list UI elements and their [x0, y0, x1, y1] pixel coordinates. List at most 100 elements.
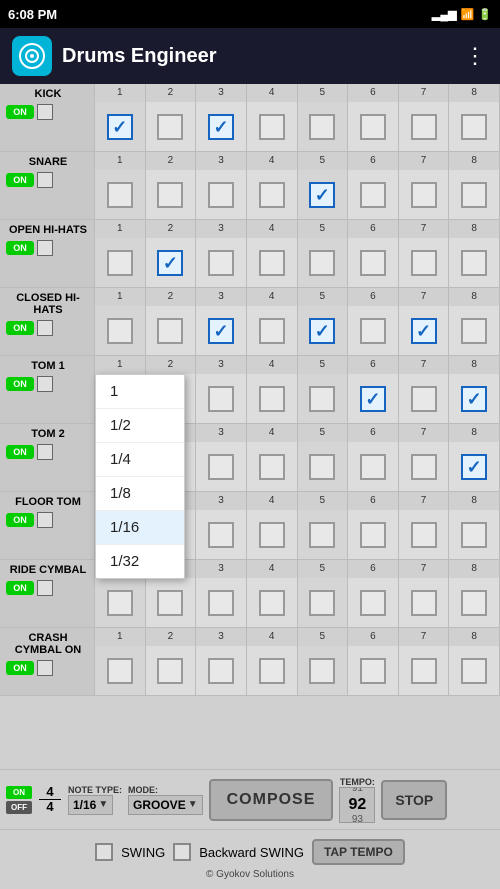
menu-button[interactable]: ⋮	[464, 43, 488, 69]
row-on-button-4[interactable]: ON	[6, 377, 34, 391]
row-checkbox-4[interactable]	[37, 376, 53, 392]
cell-check-7-2[interactable]	[208, 590, 234, 616]
cell-check-1-5[interactable]	[360, 182, 386, 208]
on-button[interactable]: ON	[6, 786, 32, 799]
note-type-dropdown[interactable]: 11/21/41/81/161/32	[95, 374, 185, 579]
cell-check-5-7[interactable]: ✓	[461, 454, 487, 480]
swing-checkbox[interactable]	[95, 843, 113, 861]
cell-check-8-7[interactable]	[461, 658, 487, 684]
compose-button[interactable]: COMPOSE	[209, 779, 334, 821]
cell-check-0-5[interactable]	[360, 114, 386, 140]
tempo-scroll[interactable]: 91 92 93	[339, 787, 375, 823]
cell-check-0-1[interactable]	[157, 114, 183, 140]
cell-check-5-5[interactable]	[360, 454, 386, 480]
cell-check-4-5[interactable]: ✓	[360, 386, 386, 412]
cell-check-2-5[interactable]	[360, 250, 386, 276]
mode-value-row[interactable]: GROOVE ▼	[128, 795, 203, 815]
row-checkbox-7[interactable]	[37, 580, 53, 596]
cell-check-7-0[interactable]	[107, 590, 133, 616]
dropdown-item-1-2[interactable]: 1/2	[96, 409, 184, 443]
cell-check-0-0[interactable]: ✓	[107, 114, 133, 140]
cell-check-6-5[interactable]	[360, 522, 386, 548]
cell-check-1-1[interactable]	[157, 182, 183, 208]
note-type-value-row[interactable]: 1/16 ▼	[68, 795, 113, 815]
row-checkbox-6[interactable]	[37, 512, 53, 528]
cell-check-2-3[interactable]	[259, 250, 285, 276]
cell-check-3-5[interactable]	[360, 318, 386, 344]
cell-check-5-6[interactable]	[411, 454, 437, 480]
cell-check-0-3[interactable]	[259, 114, 285, 140]
cell-check-3-1[interactable]	[157, 318, 183, 344]
dropdown-item-1-4[interactable]: 1/4	[96, 443, 184, 477]
row-on-button-2[interactable]: ON	[6, 241, 34, 255]
off-button[interactable]: OFF	[6, 801, 32, 814]
cell-check-3-2[interactable]: ✓	[208, 318, 234, 344]
cell-check-8-6[interactable]	[411, 658, 437, 684]
stop-button[interactable]: STOP	[381, 780, 447, 820]
row-checkbox-5[interactable]	[37, 444, 53, 460]
cell-check-1-0[interactable]	[107, 182, 133, 208]
cell-check-7-6[interactable]	[411, 590, 437, 616]
cell-check-6-3[interactable]	[259, 522, 285, 548]
cell-check-8-0[interactable]	[107, 658, 133, 684]
cell-check-1-4[interactable]: ✓	[309, 182, 335, 208]
row-checkbox-1[interactable]	[37, 172, 53, 188]
row-on-button-0[interactable]: ON	[6, 105, 34, 119]
row-checkbox-3[interactable]	[37, 320, 53, 336]
cell-check-6-6[interactable]	[411, 522, 437, 548]
row-checkbox-2[interactable]	[37, 240, 53, 256]
cell-check-4-6[interactable]	[411, 386, 437, 412]
cell-check-2-6[interactable]	[411, 250, 437, 276]
cell-check-7-7[interactable]	[461, 590, 487, 616]
dropdown-item-1[interactable]: 1	[96, 375, 184, 409]
cell-check-5-2[interactable]	[208, 454, 234, 480]
row-on-button-6[interactable]: ON	[6, 513, 34, 527]
dropdown-item-1-8[interactable]: 1/8	[96, 477, 184, 511]
cell-check-8-2[interactable]	[208, 658, 234, 684]
cell-check-1-6[interactable]	[411, 182, 437, 208]
cell-check-3-3[interactable]	[259, 318, 285, 344]
cell-check-4-3[interactable]	[259, 386, 285, 412]
backward-swing-checkbox[interactable]	[173, 843, 191, 861]
dropdown-item-1-32[interactable]: 1/32	[96, 545, 184, 578]
cell-check-4-4[interactable]	[309, 386, 335, 412]
cell-check-2-7[interactable]	[461, 250, 487, 276]
cell-check-2-1[interactable]: ✓	[157, 250, 183, 276]
row-checkbox-0[interactable]	[37, 104, 53, 120]
row-on-button-1[interactable]: ON	[6, 173, 34, 187]
cell-check-8-1[interactable]	[157, 658, 183, 684]
cell-check-8-3[interactable]	[259, 658, 285, 684]
cell-check-2-0[interactable]	[107, 250, 133, 276]
row-on-button-8[interactable]: ON	[6, 661, 34, 675]
cell-check-6-2[interactable]	[208, 522, 234, 548]
cell-check-3-6[interactable]: ✓	[411, 318, 437, 344]
tap-tempo-button[interactable]: TAP TEMPO	[312, 839, 405, 865]
cell-check-1-7[interactable]	[461, 182, 487, 208]
cell-check-3-4[interactable]: ✓	[309, 318, 335, 344]
row-on-button-3[interactable]: ON	[6, 321, 34, 335]
cell-check-1-3[interactable]	[259, 182, 285, 208]
cell-check-7-1[interactable]	[157, 590, 183, 616]
row-on-button-7[interactable]: ON	[6, 581, 34, 595]
cell-check-4-7[interactable]: ✓	[461, 386, 487, 412]
cell-check-0-2[interactable]: ✓	[208, 114, 234, 140]
cell-check-7-5[interactable]	[360, 590, 386, 616]
cell-check-1-2[interactable]	[208, 182, 234, 208]
cell-check-0-7[interactable]	[461, 114, 487, 140]
cell-check-3-7[interactable]	[461, 318, 487, 344]
cell-check-6-7[interactable]	[461, 522, 487, 548]
cell-check-5-4[interactable]	[309, 454, 335, 480]
cell-check-4-2[interactable]	[208, 386, 234, 412]
cell-check-5-3[interactable]	[259, 454, 285, 480]
cell-check-0-4[interactable]	[309, 114, 335, 140]
cell-check-7-4[interactable]	[309, 590, 335, 616]
cell-check-2-4[interactable]	[309, 250, 335, 276]
cell-check-6-4[interactable]	[309, 522, 335, 548]
cell-check-8-5[interactable]	[360, 658, 386, 684]
cell-check-7-3[interactable]	[259, 590, 285, 616]
row-checkbox-8[interactable]	[37, 660, 53, 676]
cell-check-3-0[interactable]	[107, 318, 133, 344]
cell-check-0-6[interactable]	[411, 114, 437, 140]
cell-check-2-2[interactable]	[208, 250, 234, 276]
cell-check-8-4[interactable]	[309, 658, 335, 684]
